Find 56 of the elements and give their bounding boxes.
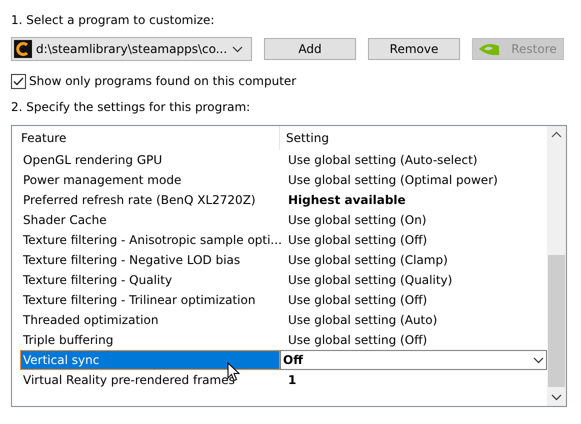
feature-cell-text: Preferred refresh rate (BenQ XL2720Z) [22, 192, 257, 209]
setting-cell-text: Use global setting (Off) [287, 292, 428, 309]
dialog-button[interactable]: Add [264, 38, 356, 60]
step-label: 2. Specify the settings for this program: [11, 99, 252, 115]
column-header[interactable]: Setting [280, 126, 547, 150]
program-dropdown[interactable]: d:\steamlibrary\steamapps\co... [11, 37, 252, 61]
feature-cell-text: Triple buffering [22, 332, 114, 349]
setting-value: Off [283, 352, 304, 369]
settings-row[interactable]: Threaded optimization Use global setting (Auto) [20, 310, 547, 330]
setting-cell-text: Use global setting (Clamp) [287, 252, 449, 269]
settings-row[interactable]: Virtual Reality pre-rendered frames 1 [20, 370, 547, 390]
settings-row[interactable]: OpenGL rendering GPU Use global setting (Auto-select) [20, 150, 547, 170]
settings-row[interactable]: Texture filtering - Quality Use global setting (Quality) [20, 270, 547, 290]
setting-cell-text: Use global setting (On) [287, 212, 428, 229]
setting-cell-text: Use global setting (Optimal power) [287, 172, 499, 189]
feature-cell-text: Power management mode [22, 172, 182, 189]
checkbox[interactable] [11, 74, 26, 88]
eye-logo-icon [479, 43, 500, 55]
program-path: d:\steamlibrary\steamapps\co... [36, 41, 228, 58]
step-label: 1. Select a program to customize: [11, 12, 216, 28]
settings-row[interactable]: Power management mode Use global setting (Optimal power) [20, 170, 547, 190]
settings-row[interactable]: Triple buffering Use global setting (Off) [20, 330, 547, 350]
scroll-up-icon[interactable] [551, 131, 562, 138]
feature-cell-text: Texture filtering - Negative LOD bias [22, 252, 242, 269]
settings-row[interactable]: Texture filtering - Anisotropic sample opti... Use global setting (Off) [20, 230, 547, 250]
settings-row[interactable]: Preferred refresh rate (BenQ XL2720Z) Highest available [20, 190, 547, 210]
feature-cell-text: Texture filtering - Anisotropic sample opti... [22, 232, 283, 249]
column-header[interactable]: Feature [20, 126, 280, 150]
feature-cell-text: Texture filtering - Quality [22, 272, 174, 289]
settings-row[interactable]: Texture filtering - Negative LOD bias Use global setting (Clamp) [20, 250, 547, 270]
scroll-thumb[interactable] [548, 255, 565, 387]
feature-cell-text: OpenGL rendering GPU [22, 152, 164, 169]
setting-cell-text: Highest available [287, 192, 407, 209]
feature-cell-text: Shader Cache [22, 212, 108, 229]
scroll-down-icon [551, 394, 562, 401]
setting-dropdown[interactable]: Off [280, 350, 547, 370]
settings-row[interactable]: Texture filtering - Trilinear optimization Use global setting (Off) [20, 290, 547, 310]
setting-cell-text: Use global setting (Off) [287, 332, 428, 349]
feature-cell-text: Threaded optimization [22, 312, 160, 329]
chevron-down-icon [232, 46, 243, 52]
setting-cell-text: 1 [287, 372, 298, 389]
setting-cell-text: Use global setting (Auto) [287, 312, 438, 329]
feature-cell-text: Virtual Reality pre-rendered frames [22, 372, 236, 389]
feature-cell-text: Texture filtering - Trilinear optimization [22, 292, 256, 309]
chevron-down-icon [533, 356, 544, 364]
settings-row[interactable]: Shader Cache Use global setting (On) [20, 210, 547, 230]
setting-cell-text: Use global setting (Auto-select) [287, 152, 478, 169]
setting-cell-text: Use global setting (Off) [287, 232, 428, 249]
feature-cell: Vertical sync [20, 350, 280, 370]
settings-row[interactable]: Vertical sync Off [20, 350, 547, 370]
dialog-button[interactable]: Remove [368, 38, 460, 60]
check-icon [13, 76, 24, 86]
setting-cell-text: Use global setting (Quality) [287, 272, 454, 289]
scrollbar[interactable] [547, 126, 566, 406]
checkbox-label: Show only programs found on this computer [29, 73, 296, 90]
program-icon [14, 40, 32, 58]
